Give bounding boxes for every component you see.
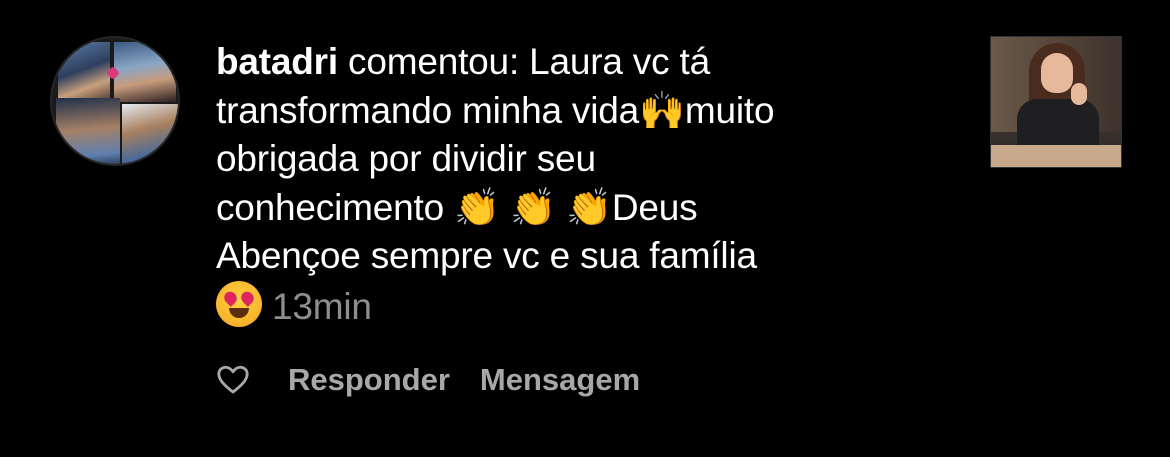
comment-username[interactable]: batadri: [216, 41, 338, 82]
avatar-photo-tile: [56, 98, 120, 164]
reply-button[interactable]: Responder: [288, 362, 450, 398]
comment-body: Abençoe sempre vc e sua família: [216, 235, 757, 276]
comment-actions: Responder Mensagem: [216, 356, 670, 404]
avatar-photo-tile: [122, 104, 178, 164]
clapping-hands-emoji: 👏: [565, 185, 612, 229]
thumbnail-person-face: [1041, 53, 1073, 93]
comment-notification[interactable]: batadri comentou: Laura vc tá transforma…: [0, 0, 1170, 457]
comment-body: muito: [684, 89, 775, 131]
emoji-mouth: [229, 307, 249, 318]
comment-timestamp: 13min: [272, 285, 372, 327]
post-thumbnail[interactable]: [990, 36, 1122, 168]
heart-outline-icon[interactable]: [216, 363, 250, 397]
thumbnail-person-hand: [1071, 83, 1087, 105]
comment-text: batadri comentou: Laura vc tá transforma…: [216, 38, 936, 331]
thumbnail-person-body: [1017, 99, 1099, 149]
clapping-hands-emoji: 👏: [510, 185, 556, 229]
avatar-photo-tile: [58, 42, 110, 104]
comment-body: comentou: Laura vc tá: [337, 41, 710, 82]
comment-body: transformando minha vida: [216, 89, 639, 131]
avatar-photo-tile: [114, 42, 176, 102]
comment-body: Deus: [611, 186, 698, 228]
clapping-hands-emoji: 👏: [454, 185, 500, 229]
comment-body: obrigada por dividir seu: [216, 138, 596, 179]
thumbnail-table: [991, 145, 1121, 167]
user-avatar[interactable]: [50, 36, 180, 166]
raised-hands-emoji: 🙌: [638, 88, 685, 132]
comment-body: conhecimento: [216, 186, 455, 228]
heart-eyes-emoji: [216, 280, 262, 327]
message-button[interactable]: Mensagem: [480, 362, 640, 398]
